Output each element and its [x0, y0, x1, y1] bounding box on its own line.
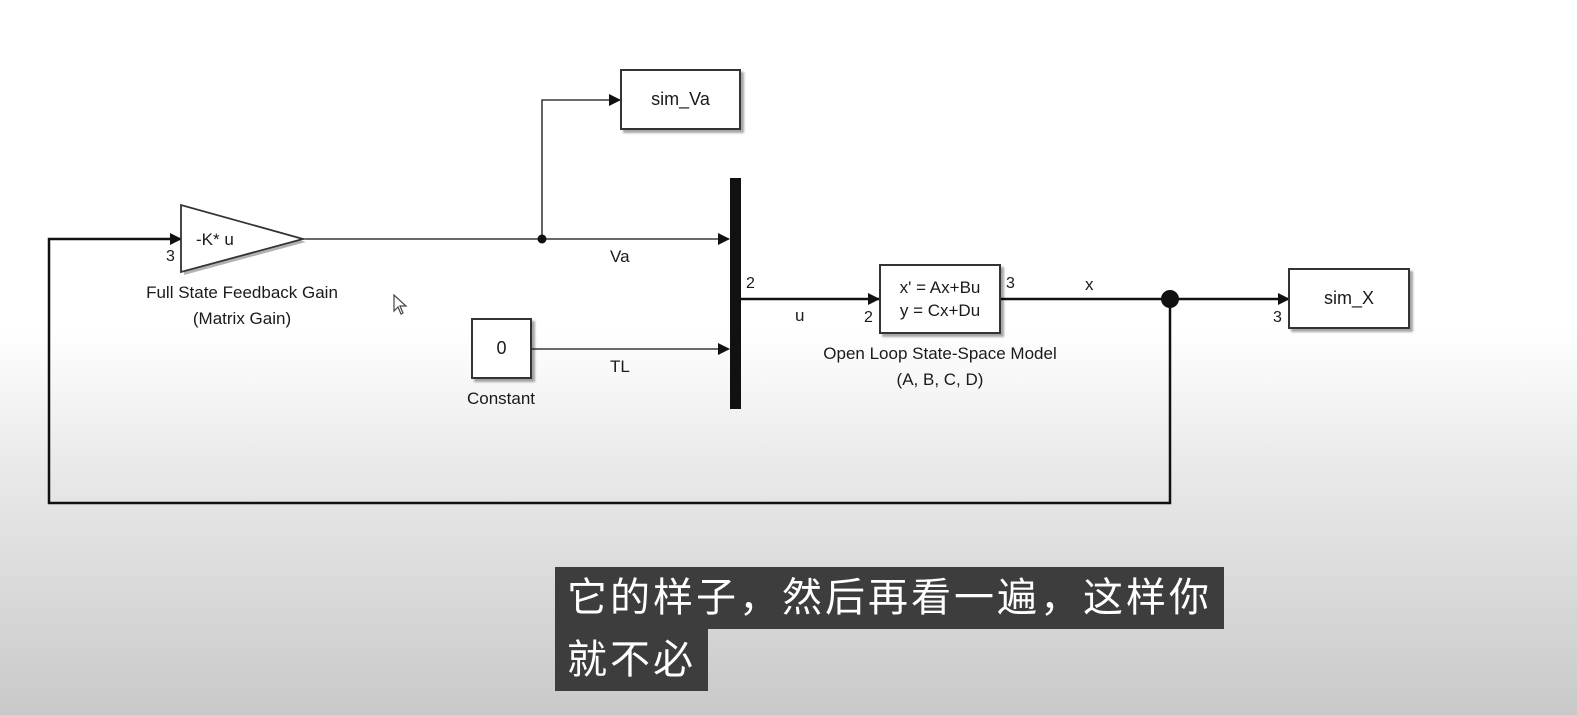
gain-caption-line1: Full State Feedback Gain — [146, 283, 338, 302]
state-space-equation-1: x' = Ax+Bu — [899, 278, 981, 297]
mux-block[interactable] — [730, 178, 741, 409]
state-space-caption-line1: Open Loop State-Space Model — [823, 344, 1057, 363]
sim-x-input-port-label: 3 — [1273, 309, 1282, 326]
u-signal-label: u — [795, 306, 805, 325]
sim-x-label: sim_X — [1323, 288, 1374, 308]
va-branch-point — [537, 234, 547, 244]
sim-x-block[interactable]: sim_X — [1288, 268, 1410, 329]
sim-va-label: sim_Va — [651, 89, 710, 109]
subtitle-line1: 它的样子，然后再看一遍，这样你 — [555, 567, 1224, 629]
constant-caption: Constant — [466, 389, 536, 408]
gain-block-label: -K* u — [196, 230, 234, 249]
x-branch-point — [1161, 290, 1179, 308]
tl-signal-label: TL — [610, 357, 630, 376]
constant-block[interactable]: 0 — [471, 318, 532, 379]
sim-va-block[interactable]: sim_Va — [620, 69, 741, 130]
gain-input-port-label: 3 — [166, 248, 175, 265]
state-space-caption-line2: (A, B, C, D) — [896, 370, 984, 389]
x-signal-label: x — [1085, 275, 1094, 294]
sim-va-branch-line[interactable] — [541, 94, 621, 239]
subtitle-line2: 就不必 — [555, 629, 708, 691]
state-space-output-port-label: 3 — [1006, 275, 1015, 292]
state-space-block[interactable]: x' = Ax+Bu y = Cx+Du — [879, 264, 1001, 334]
constant-value: 0 — [496, 338, 507, 358]
state-space-equation-2: y = Cx+Du — [899, 301, 981, 320]
mux-output-port-label: 2 — [746, 275, 755, 292]
va-signal-label: Va — [610, 247, 630, 266]
gain-caption-line2: (Matrix Gain) — [192, 309, 292, 328]
state-space-input-port-label: 2 — [864, 309, 873, 326]
mouse-cursor-icon — [393, 294, 408, 315]
